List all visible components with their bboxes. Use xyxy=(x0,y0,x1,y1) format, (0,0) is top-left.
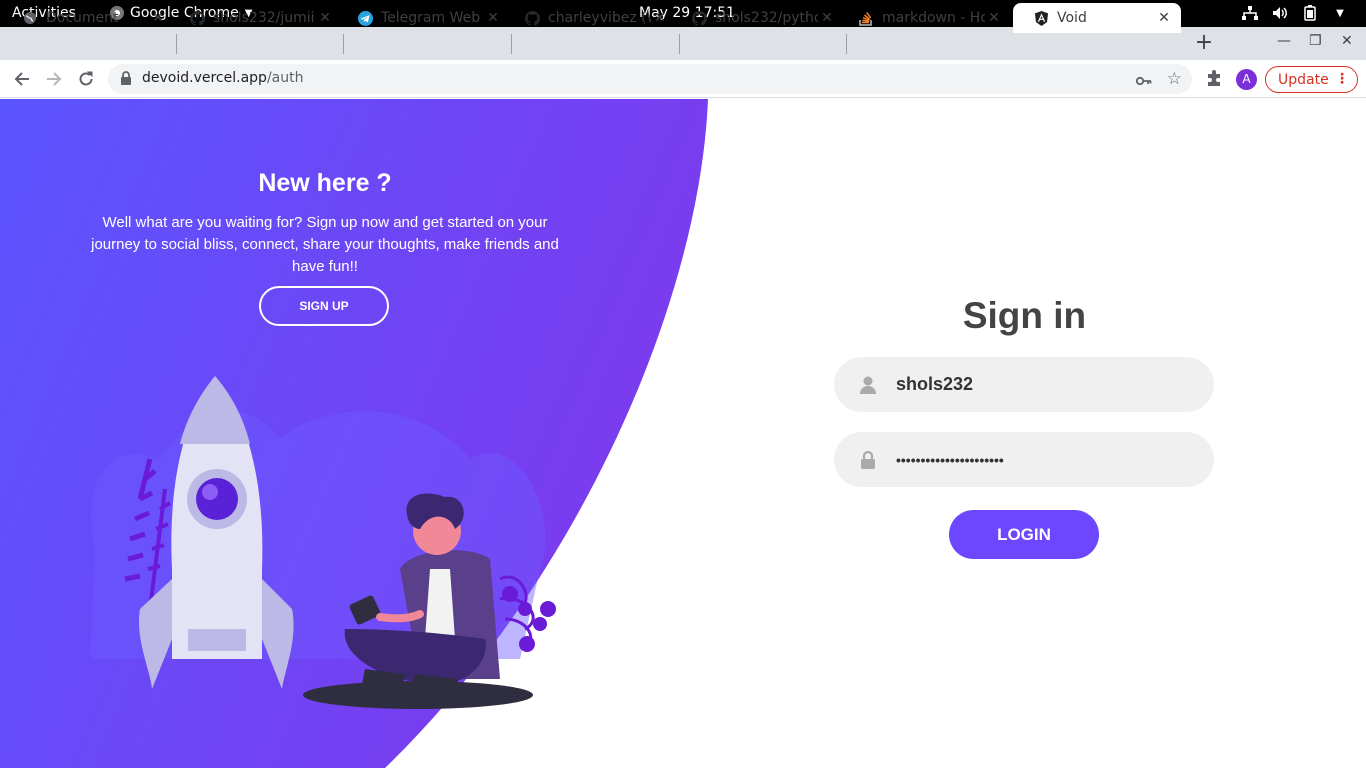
new-tab-button[interactable]: + xyxy=(1192,31,1216,55)
arrow-left-icon xyxy=(14,72,29,86)
sign-in-title: Sign in xyxy=(962,295,1087,336)
arrow-right-icon xyxy=(47,72,62,86)
tab-jumii[interactable]: shols232/jumii ✕ xyxy=(169,3,342,33)
lock-icon xyxy=(860,450,876,469)
close-icon[interactable]: ✕ xyxy=(484,10,502,26)
volume-icon xyxy=(1272,5,1288,21)
tab-document[interactable]: Document ✕ xyxy=(2,3,175,33)
caret-down-icon: ▼ xyxy=(1336,7,1344,19)
tab-divider xyxy=(176,34,177,54)
back-button[interactable] xyxy=(11,68,33,90)
star-icon[interactable]: ☆ xyxy=(1167,69,1182,89)
sign-up-button[interactable]: SIGN UP xyxy=(259,286,389,326)
close-icon[interactable]: ✕ xyxy=(985,10,1003,26)
tab-divider xyxy=(846,34,847,54)
minimize-button[interactable]: — xyxy=(1277,33,1291,49)
sign-in-form: Sign in LOGIN xyxy=(834,295,1215,559)
url-domain: devoid.vercel.app xyxy=(142,70,267,86)
login-button[interactable]: LOGIN xyxy=(949,510,1099,559)
signup-panel: New here ? Well what are you waiting for… xyxy=(60,169,590,326)
tab-title: charleyvibez (W xyxy=(548,10,651,26)
network-icon xyxy=(1242,5,1258,21)
globe-icon xyxy=(22,10,38,26)
username-field[interactable] xyxy=(834,357,1214,412)
username-input[interactable] xyxy=(896,357,1196,412)
tab-void[interactable]: Void ✕ xyxy=(1013,3,1181,33)
close-icon[interactable]: ✕ xyxy=(1155,10,1173,26)
system-tray[interactable]: ▼ xyxy=(1242,5,1348,21)
github-icon xyxy=(691,10,707,26)
reload-icon xyxy=(79,71,93,86)
password-field[interactable] xyxy=(834,432,1214,487)
tab-divider xyxy=(511,34,512,54)
stackoverflow-icon xyxy=(858,10,874,26)
url-path: /auth xyxy=(266,70,304,86)
panel-text: Well what are you waiting for? Sign up n… xyxy=(91,214,559,275)
more-vert-icon: ⋮ xyxy=(1335,71,1349,87)
user-icon xyxy=(860,376,876,394)
close-icon[interactable]: ✕ xyxy=(651,10,669,26)
tab-title: Document xyxy=(46,10,119,26)
panel-title: New here ? xyxy=(258,169,392,197)
url-text: devoid.vercel.app/auth xyxy=(142,70,303,86)
lock-icon[interactable] xyxy=(120,71,132,90)
profile-avatar[interactable]: A xyxy=(1236,69,1257,90)
reload-button[interactable] xyxy=(75,68,97,90)
update-label: Update xyxy=(1278,71,1329,88)
forward-button[interactable] xyxy=(43,68,65,90)
telegram-icon xyxy=(357,10,373,26)
tab-title: markdown - Ho xyxy=(882,10,985,26)
tab-divider xyxy=(343,34,344,54)
browser-toolbar: devoid.vercel.app/auth ☆ xyxy=(0,60,1366,98)
key-icon[interactable] xyxy=(1135,71,1152,90)
address-bar[interactable]: devoid.vercel.app/auth ☆ xyxy=(108,64,1192,94)
maximize-button[interactable]: ❐ xyxy=(1309,33,1322,49)
tab-title: shols232/pytho xyxy=(715,10,818,26)
close-icon[interactable]: ✕ xyxy=(818,10,836,26)
close-icon[interactable]: ✕ xyxy=(149,10,167,26)
github-icon xyxy=(524,10,540,26)
tab-python[interactable]: shols232/pytho ✕ xyxy=(671,3,844,33)
tab-divider xyxy=(679,34,680,54)
password-input[interactable] xyxy=(896,432,1196,487)
github-icon xyxy=(189,10,205,26)
tab-title: Void xyxy=(1057,10,1087,26)
battery-icon xyxy=(1302,5,1318,21)
close-window-button[interactable]: ✕ xyxy=(1341,33,1353,49)
close-icon[interactable]: ✕ xyxy=(316,10,334,26)
tab-charleyvibez[interactable]: charleyvibez (W ✕ xyxy=(504,3,677,33)
tab-title: Telegram Web xyxy=(381,10,481,26)
angular-icon xyxy=(1033,10,1049,26)
extensions-icon[interactable] xyxy=(1205,69,1223,91)
update-button[interactable]: Update ⋮ xyxy=(1265,66,1358,93)
tab-markdown[interactable]: markdown - Ho ✕ xyxy=(838,3,1011,33)
auth-page: New here ? Well what are you waiting for… xyxy=(0,99,1366,768)
tab-title: shols232/jumii xyxy=(213,10,315,26)
tab-telegram[interactable]: Telegram Web ✕ xyxy=(337,3,510,33)
